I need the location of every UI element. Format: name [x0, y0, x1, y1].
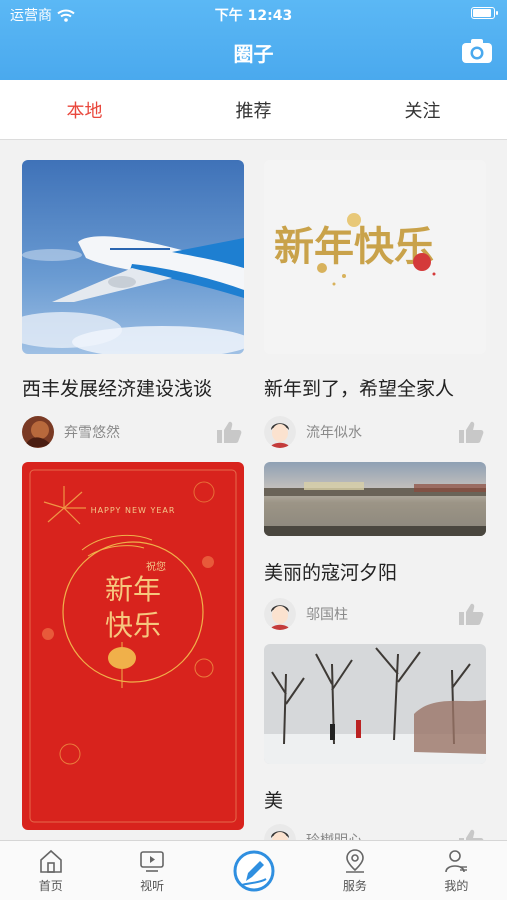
bottom-nav: 首页 视听 服务 我的: [0, 840, 507, 900]
avatar[interactable]: [264, 598, 296, 630]
like-icon[interactable]: [458, 420, 484, 444]
avatar[interactable]: [264, 416, 296, 448]
tab-local[interactable]: 本地: [0, 80, 169, 139]
page-title: 圈子: [233, 42, 274, 66]
like-icon[interactable]: [216, 420, 242, 444]
post-author[interactable]: 玲樾明心: [264, 824, 362, 840]
nav-label: 首页: [38, 879, 63, 893]
post-author[interactable]: 弃雪悠然: [22, 416, 120, 448]
nav-services[interactable]: 服务: [304, 841, 405, 900]
post-image-river-sunset[interactable]: [264, 462, 486, 536]
card-english-text: HAPPY NEW YEAR: [90, 506, 176, 515]
post-image-new-year-card[interactable]: HAPPY NEW YEAR 祝您 新年 快乐: [22, 462, 244, 830]
svg-text:新年快乐: 新年快乐: [274, 223, 434, 270]
author-name: 流年似水: [306, 425, 362, 441]
nav-compose[interactable]: [203, 841, 304, 900]
card-big-text-line2: 快乐: [104, 609, 161, 642]
nav-profile[interactable]: 我的: [406, 841, 507, 900]
post-title[interactable]: 美: [264, 786, 486, 813]
tab-following[interactable]: 关注: [338, 80, 507, 139]
nav-home[interactable]: 首页: [0, 841, 101, 900]
post-image-calligraphy[interactable]: 新年快乐: [264, 160, 486, 354]
post-author[interactable]: 邬国柱: [264, 598, 348, 630]
compose-icon: [233, 850, 275, 891]
nav-label: 我的: [444, 879, 469, 893]
card-big-text-line1: 新年: [104, 573, 161, 606]
avatar[interactable]: [22, 416, 54, 448]
tab-recommended[interactable]: 推荐: [169, 80, 338, 139]
like-icon[interactable]: [458, 828, 484, 840]
author-name: 玲樾明心: [306, 830, 362, 840]
avatar[interactable]: [264, 824, 296, 840]
home-icon: [39, 849, 62, 873]
status-time: 下午 12:43: [214, 8, 293, 24]
post-image-airplane[interactable]: [22, 160, 244, 354]
post-title[interactable]: 新年到了，希望全家人: [264, 374, 486, 401]
feed-tabs: 本地 推荐 关注: [0, 80, 507, 140]
author-name: 弃雪悠然: [64, 425, 120, 441]
battery-icon: [471, 7, 498, 19]
post-title[interactable]: 西丰发展经济建设浅谈: [22, 374, 244, 401]
like-icon[interactable]: [458, 602, 484, 626]
post-author[interactable]: 流年似水: [264, 416, 362, 448]
camera-icon[interactable]: [461, 38, 493, 64]
app-header: 运营商 下午 12:43 圈子: [0, 0, 507, 80]
nav-media[interactable]: 视听: [101, 841, 202, 900]
post-feed[interactable]: 西丰发展经济建设浅谈 弃雪悠然 新年快乐 新年到了，希望全家人 流年似水 HAP…: [0, 140, 507, 840]
status-bar: 运营商 下午 12:43: [0, 0, 507, 28]
nav-label: 视听: [140, 879, 165, 893]
author-name: 邬国柱: [306, 607, 348, 623]
location-pin-icon: [345, 849, 364, 873]
post-image-snowy-park[interactable]: [264, 644, 486, 764]
nav-label: 服务: [342, 879, 367, 893]
profile-icon: [445, 850, 468, 873]
post-title[interactable]: 美丽的寇河夕阳: [264, 558, 486, 585]
tv-icon: [140, 851, 164, 872]
